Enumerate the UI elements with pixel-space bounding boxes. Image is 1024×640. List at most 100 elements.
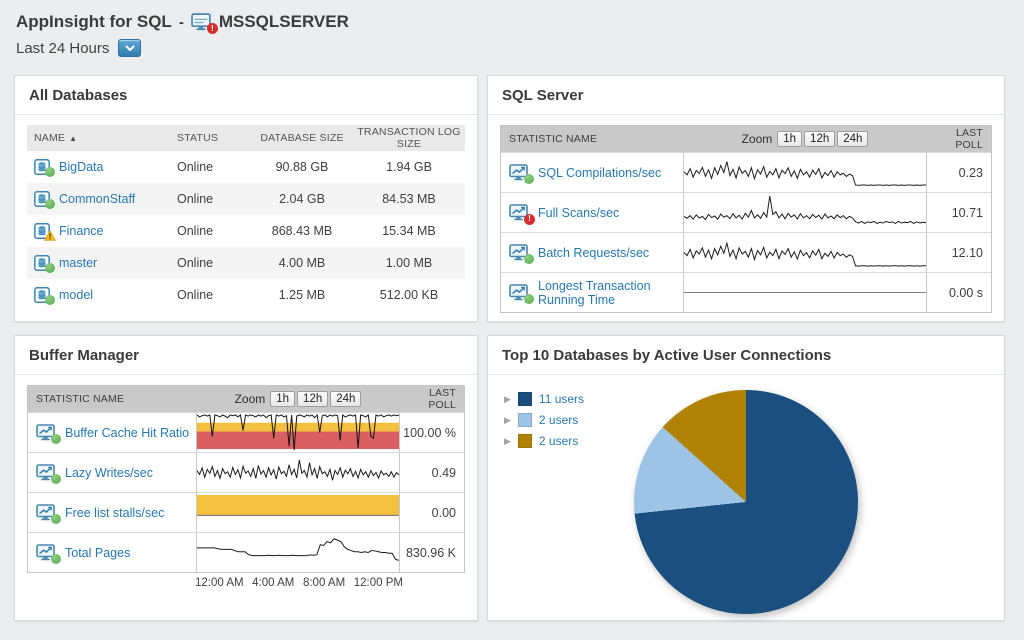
stat-link-batch-requests[interactable]: Batch Requests/sec: [538, 246, 649, 260]
stat-link-longest-transaction[interactable]: Longest Transaction Running Time: [538, 279, 679, 307]
legend-color-swatch: [517, 434, 532, 448]
chart-monitor-icon: !: [509, 203, 535, 225]
stat-link-buffer-cache-hit-ratio[interactable]: Buffer Cache Hit Ratio: [65, 426, 189, 440]
sparkline-batch-requests: [683, 233, 927, 272]
stat-link-sql-compilations[interactable]: SQL Compilations/sec: [538, 166, 661, 180]
column-header-statistic-name: STATISTIC NAME: [509, 133, 598, 145]
zoom-12h-button[interactable]: 12h: [297, 391, 329, 407]
last-poll-value: 0.00 s: [948, 285, 983, 300]
stat-link-lazy-writes[interactable]: Lazy Writes/sec: [65, 466, 153, 480]
sparkline-free-list-stalls: [196, 493, 400, 532]
column-header-name[interactable]: NAME ▲: [27, 132, 177, 144]
sparkline-total-pages: [196, 533, 400, 572]
sql-server-stat-table: STATISTIC NAME Zoom 1h 12h 24h LAST POLL: [500, 125, 992, 313]
database-link-finance[interactable]: Finance: [59, 224, 103, 238]
column-header-statistic-name: STATISTIC NAME: [36, 393, 125, 405]
server-monitor-icon: !: [191, 13, 218, 34]
sparkline-lazy-writes: [196, 453, 400, 492]
status-up-icon: [45, 167, 55, 177]
zoom-24h-button[interactable]: 24h: [330, 391, 362, 407]
server-name: MSSQLSERVER: [218, 12, 349, 31]
last-poll-value: 12.10: [951, 245, 983, 260]
time-range-label: Last 24 Hours: [16, 39, 110, 57]
column-header-database-size[interactable]: DATABASE SIZE: [253, 132, 351, 144]
legend-link-11-users[interactable]: 11 users: [539, 392, 584, 406]
time-axis-tick: 8:00 AM: [302, 577, 346, 589]
status-value: Online: [177, 256, 214, 270]
status-up-icon: [524, 253, 534, 264]
sparkline-full-scans: [683, 193, 927, 232]
database-size-value: 2.04 GB: [279, 192, 325, 206]
database-link-commonstaff[interactable]: CommonStaff: [59, 192, 135, 206]
database-link-master[interactable]: master: [59, 256, 97, 270]
status-up-icon: [45, 263, 55, 273]
sql-server-table-header: STATISTIC NAME Zoom 1h 12h 24h LAST POLL: [501, 126, 991, 152]
stat-link-full-scans[interactable]: Full Scans/sec: [538, 206, 619, 220]
time-range-dropdown-button[interactable]: [118, 39, 142, 57]
panel-title-buffer-manager: Buffer Manager: [15, 336, 477, 375]
legend-color-swatch: [517, 392, 532, 406]
buffer-manager-panel: Buffer Manager STATISTIC NAME Zoom 1h 12…: [14, 335, 478, 621]
legend-item: ▶ 11 users: [504, 392, 584, 406]
log-size-value: 1.00 MB: [385, 256, 433, 270]
database-icon: [34, 159, 55, 177]
column-header-transaction-log-size[interactable]: TRANSACTION LOG SIZE: [351, 126, 467, 150]
legend-link-2-users-gold[interactable]: 2 users: [539, 434, 578, 448]
chart-monitor-icon: [36, 423, 61, 444]
chart-monitor-icon: [509, 283, 534, 304]
stat-row-full-scans: ! Full Scans/sec 10.71: [501, 192, 991, 232]
legend-link-2-users-light-blue[interactable]: 2 users: [539, 413, 578, 427]
expand-arrow-icon[interactable]: ▶: [504, 394, 511, 405]
database-icon: [34, 287, 55, 305]
column-header-status[interactable]: STATUS: [177, 132, 253, 144]
page-title: AppInsight for SQL: [16, 12, 172, 31]
stat-row-sql-compilations: SQL Compilations/sec 0.23: [501, 152, 991, 192]
legend-item: ▶ 2 users: [504, 434, 584, 448]
stat-row-lazy-writes: Lazy Writes/sec 0.49: [28, 452, 464, 492]
status-value: Online: [177, 192, 214, 206]
zoom-1h-button[interactable]: 1h: [270, 391, 296, 407]
stat-row-free-list-stalls: Free list stalls/sec 0.00: [28, 492, 464, 532]
sql-server-panel: SQL Server STATISTIC NAME Zoom 1h 12h 24…: [487, 75, 1005, 322]
stat-link-total-pages[interactable]: Total Pages: [65, 546, 130, 560]
status-value: Online: [177, 288, 214, 302]
sparkline-longest-transaction: [683, 273, 927, 312]
buffer-manager-table-header: STATISTIC NAME Zoom 1h 12h 24h LAST POLL: [28, 386, 464, 412]
last-poll-value: 0.00: [431, 505, 456, 520]
table-row-finance: Finance Online 868.43 MB 15.34 MB: [27, 215, 465, 247]
expand-arrow-icon[interactable]: ▶: [504, 415, 511, 426]
last-poll-value: 0.49: [431, 465, 456, 480]
stat-row-total-pages: Total Pages 830.96 K: [28, 532, 464, 572]
last-poll-value: 830.96 K: [405, 545, 456, 560]
expand-arrow-icon[interactable]: ▶: [504, 436, 511, 447]
table-row-model: model Online 1.25 MB 512.00 KB: [27, 279, 465, 311]
database-link-bigdata[interactable]: BigData: [59, 160, 103, 174]
zoom-label: Zoom: [741, 132, 773, 146]
buffer-manager-stat-table: STATISTIC NAME Zoom 1h 12h 24h LAST POLL: [27, 385, 465, 573]
database-icon: [34, 255, 55, 273]
status-up-icon: [51, 473, 61, 484]
log-size-value: 1.94 GB: [386, 160, 432, 174]
top10-databases-panel: Top 10 Databases by Active User Connecti…: [487, 335, 1005, 621]
server-critical-status-icon: !: [206, 23, 218, 34]
panel-title-sql-server: SQL Server: [488, 76, 1004, 115]
stat-row-buffer-cache-hit-ratio: Buffer Cache Hit Ratio 100.00 %: [28, 412, 464, 452]
column-header-last-poll: LAST POLL: [428, 387, 456, 411]
status-up-icon: [51, 513, 61, 524]
database-link-model[interactable]: model: [59, 288, 93, 302]
table-row-master: master Online 4.00 MB 1.00 MB: [27, 247, 465, 279]
database-size-value: 90.88 GB: [275, 160, 329, 174]
page-header: AppInsight for SQL - ! MSSQLSERVER Last …: [16, 12, 349, 57]
time-axis-tick: 12:00 AM: [195, 577, 244, 589]
zoom-12h-button[interactable]: 12h: [804, 131, 836, 147]
chart-monitor-icon: [36, 543, 61, 564]
zoom-24h-button[interactable]: 24h: [837, 131, 869, 147]
zoom-1h-button[interactable]: 1h: [777, 131, 803, 147]
database-icon: [34, 191, 55, 209]
database-size-value: 4.00 MB: [278, 256, 326, 270]
status-up-icon: [45, 199, 55, 209]
last-poll-value: 100.00 %: [403, 425, 456, 440]
stat-link-free-list-stalls[interactable]: Free list stalls/sec: [65, 506, 164, 520]
status-up-icon: [51, 433, 61, 444]
time-axis-tick: 4:00 AM: [252, 577, 295, 589]
